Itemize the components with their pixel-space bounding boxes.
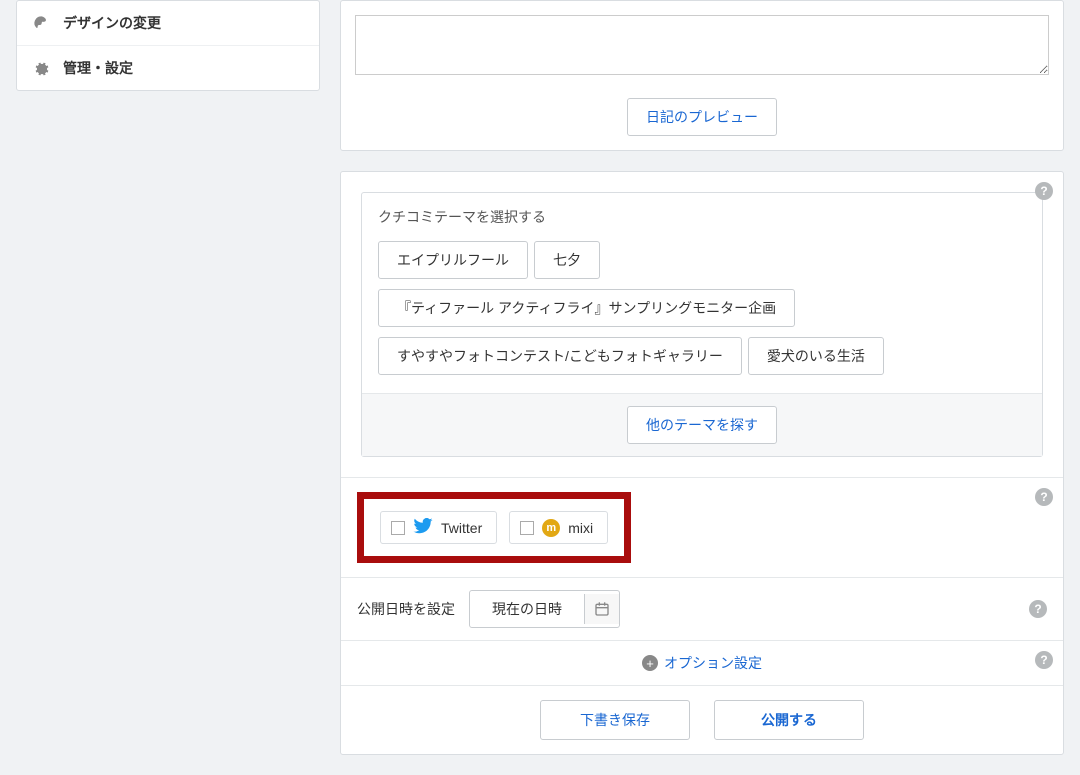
share-mixi[interactable]: m mixi	[509, 511, 608, 544]
mixi-icon: m	[542, 519, 560, 537]
palette-icon	[33, 15, 49, 31]
help-icon[interactable]: ?	[1035, 488, 1053, 506]
datetime-section: 公開日時を設定 現在の日時 ?	[341, 577, 1063, 640]
sidebar-item-label: デザインの変更	[63, 13, 161, 33]
gear-icon	[33, 60, 49, 76]
sidebar: デザインの変更 管理・設定	[16, 0, 320, 775]
main-content: 日記のプレビュー ? クチコミテーマを選択する エイプリルフール 七夕 『ティフ…	[340, 0, 1064, 775]
sidebar-item-label: 管理・設定	[63, 58, 133, 78]
share-section: ? Twitter m mixi	[341, 477, 1063, 577]
publish-panel: ? クチコミテーマを選択する エイプリルフール 七夕 『ティファール アクティフ…	[340, 171, 1064, 755]
options-section: ? + オプション設定	[341, 640, 1063, 685]
plus-icon: +	[642, 655, 658, 671]
theme-chip[interactable]: 七夕	[534, 241, 600, 279]
preview-button[interactable]: 日記のプレビュー	[627, 98, 777, 136]
help-icon[interactable]: ?	[1035, 182, 1053, 200]
twitter-icon	[413, 518, 433, 537]
save-draft-button[interactable]: 下書き保存	[540, 700, 690, 740]
checkbox[interactable]	[520, 521, 534, 535]
themes-section: ? クチコミテーマを選択する エイプリルフール 七夕 『ティファール アクティフ…	[341, 172, 1063, 477]
options-label: オプション設定	[664, 653, 762, 673]
editor-panel: 日記のプレビュー	[340, 0, 1064, 151]
themes-heading: クチコミテーマを選択する	[362, 193, 1042, 237]
share-twitter[interactable]: Twitter	[380, 511, 497, 544]
share-label: Twitter	[441, 520, 482, 536]
sidebar-item-design[interactable]: デザインの変更	[17, 1, 319, 46]
datetime-label: 公開日時を設定	[357, 599, 457, 619]
theme-chip[interactable]: 愛犬のいる生活	[748, 337, 884, 375]
datetime-value: 現在の日時	[470, 591, 584, 627]
diary-body-textarea[interactable]	[355, 15, 1049, 75]
publish-button[interactable]: 公開する	[714, 700, 864, 740]
theme-chip[interactable]: 『ティファール アクティフライ』サンプリングモニター企画	[378, 289, 795, 327]
share-label: mixi	[568, 520, 593, 536]
theme-chip[interactable]: エイプリルフール	[378, 241, 528, 279]
final-actions: 下書き保存 公開する	[341, 685, 1063, 754]
more-themes-button[interactable]: 他のテーマを探す	[627, 406, 777, 444]
checkbox[interactable]	[391, 521, 405, 535]
calendar-icon[interactable]	[584, 594, 619, 624]
options-toggle[interactable]: + オプション設定	[642, 653, 762, 673]
highlight-annotation: Twitter m mixi	[357, 492, 631, 563]
datetime-field[interactable]: 現在の日時	[469, 590, 620, 628]
help-icon[interactable]: ?	[1029, 600, 1047, 618]
sidebar-item-settings[interactable]: 管理・設定	[17, 46, 319, 90]
theme-chip[interactable]: すやすやフォトコンテスト/こどもフォトギャラリー	[378, 337, 742, 375]
help-icon[interactable]: ?	[1035, 651, 1053, 669]
